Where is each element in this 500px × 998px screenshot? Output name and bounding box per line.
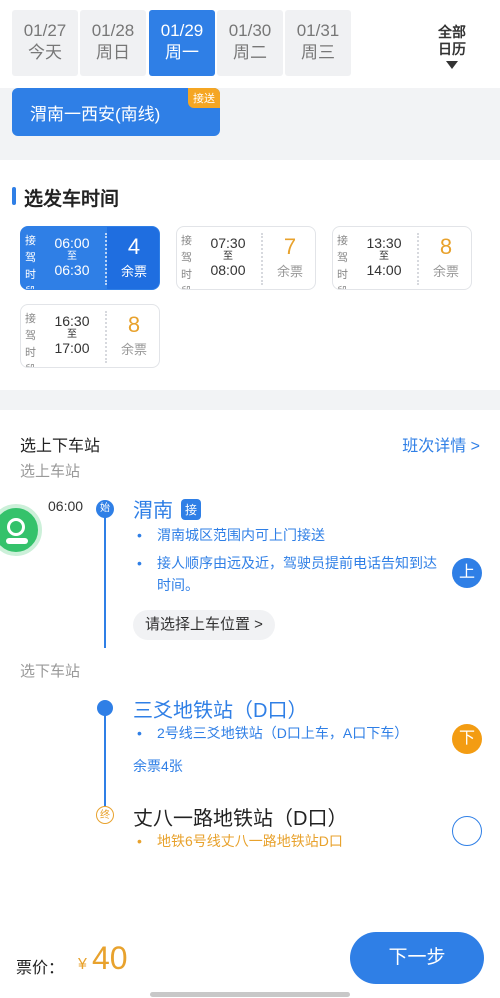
date-tab-0[interactable]: 01/27 今天 [12,10,78,76]
price-label: 票价： [16,960,65,977]
route-line-upper [104,510,106,648]
slot-sep: 至 [223,251,233,262]
slot-sep: 至 [67,329,77,340]
time-slot-0[interactable]: 接驾时段 06:00 至 06:30 4 余票 [20,226,160,290]
date-selector: 01/27 今天 01/28 周日 01/29 周一 01/30 周二 01/3… [0,0,500,88]
slot-remaining: 8 [127,312,141,337]
all-calendar-label-2: 日历 [438,41,466,57]
route-line-lower [104,708,106,810]
boarding-station: 渭南接 [133,494,202,523]
caret-down-icon [446,61,458,69]
slot-start: 16:30 [54,313,90,329]
trip-details-link[interactable]: 班次详情 > [402,432,480,456]
alight-station-2-name: 丈八一路地铁站（D口） [133,808,348,830]
stations-section: 选上下车站 班次详情 > 选上车站 06:00 始 渭南接 渭南城区范围内可上门… [0,410,500,920]
slot-remaining-label: 余票 [432,264,459,279]
slot-end: 17:00 [54,340,90,356]
time-slot-3[interactable]: 接驾时段 16:30 至 17:00 8 余票 [20,304,160,368]
home-indicator [150,992,350,997]
slot-remaining: 4 [127,234,141,259]
date-tab-date: 01/28 [91,21,135,40]
all-calendar-button[interactable]: 全部 日历 [424,24,480,69]
date-tab-date: 01/30 [228,21,272,40]
slot-start: 06:00 [54,235,90,251]
route-name: 渭南一西安(南线) [30,105,161,124]
route-chip[interactable]: 渭南一西安(南线) 接送 [12,88,220,136]
stations-title: 选上下车站 [20,438,101,455]
slot-times: 07:30 至 08:00 [199,235,257,278]
slot-tag: 接驾时段 [181,235,192,289]
date-tab-day: 周三 [301,43,335,62]
slot-sep: 至 [379,251,389,262]
all-calendar-label: 全部 [438,24,466,40]
station-dot-icon [97,700,113,716]
select-pickup-location-button[interactable]: 请选择上车位置 > [133,610,275,640]
boarding-time: 06:00 [48,498,84,514]
slot-start: 07:30 [210,235,246,251]
alighting-section-label: 选下车站 [20,663,81,680]
date-tab-date: 01/27 [23,21,67,40]
slot-end: 14:00 [366,262,402,278]
boarding-note: 接人顺序由远及近，驾驶员提前电话告知到达时间。 [135,552,445,596]
alight-station-2-note: 地铁6号线丈八一路地铁站D口 [135,830,435,852]
slot-times: 06:00 至 06:30 [43,235,101,278]
boarding-section-label: 选上车站 [20,463,81,480]
remaining-tickets: 余票4张 [133,758,183,774]
start-node-icon: 始 [96,500,114,518]
date-tab-1[interactable]: 01/28 周日 [80,10,146,76]
boarding-note: 渭南城区范围内可上门接送 [135,524,445,546]
date-tab-2[interactable]: 01/29 周一 [149,10,215,76]
slot-remaining-label: 余票 [120,342,147,357]
slot-end: 06:30 [54,262,90,278]
time-slot-1[interactable]: 接驾时段 07:30 至 08:00 7 余票 [176,226,316,290]
slot-remaining-label: 余票 [120,264,147,279]
date-tab-day: 周一 [165,43,199,62]
slot-remaining-label: 余票 [276,264,303,279]
date-tab-day: 周日 [96,43,130,62]
slot-remaining: 8 [439,234,453,259]
slot-times: 13:30 至 14:00 [355,235,413,278]
alight-select-radio[interactable] [452,816,482,846]
mic-icon [6,538,28,544]
pickup-tag: 接 [181,499,202,520]
slot-times: 16:30 至 17:00 [43,313,101,356]
slot-start: 13:30 [366,235,402,251]
price-value: 40 [92,940,128,976]
headset-icon [7,518,25,536]
slot-tag: 接驾时段 [25,235,36,289]
slot-sep: 至 [67,251,77,262]
alight-station-1-name: 三爻地铁站（D口） [133,700,308,722]
slot-end: 08:00 [210,262,246,278]
slot-remaining: 7 [283,234,297,259]
alight-station-1-note: 2号线三爻地铁站（D口上车，A口下车） [135,722,435,744]
date-tab-3[interactable]: 01/30 周二 [217,10,283,76]
date-tab-day: 今天 [28,43,62,62]
checkout-bar: 票价： ¥ 40 下一步 [0,920,500,998]
slot-tag: 接驾时段 [337,235,348,289]
currency-symbol: ¥ [78,956,87,973]
board-button[interactable]: 上 [452,558,482,588]
date-tab-date: 01/31 [296,21,340,40]
departure-section: 选发车时间 接驾时段 06:00 至 06:30 4 余票 接驾时段 07:30… [0,160,500,390]
slot-tag: 接驾时段 [25,313,36,367]
date-tab-date: 01/29 [160,21,204,40]
alight-button[interactable]: 下 [452,724,482,754]
departure-title: 选发车时间 [12,184,119,211]
end-node-icon: 终 [96,806,114,824]
date-tab-4[interactable]: 01/31 周三 [285,10,351,76]
route-badge: 接送 [188,88,220,108]
boarding-station-name: 渭南 [133,500,173,522]
time-slot-2[interactable]: 接驾时段 13:30 至 14:00 8 余票 [332,226,472,290]
next-step-button[interactable]: 下一步 [350,932,484,984]
date-tab-day: 周二 [233,43,267,62]
